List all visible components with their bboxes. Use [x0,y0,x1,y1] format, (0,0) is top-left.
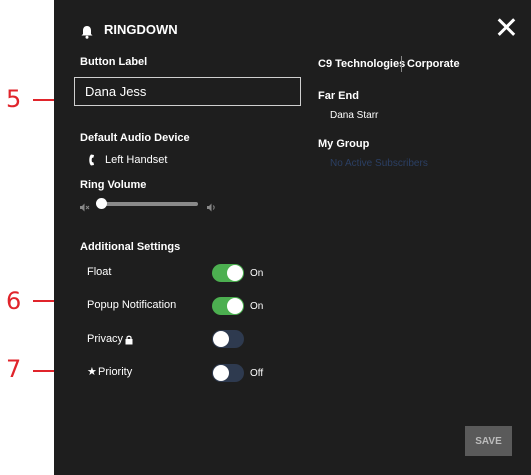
ring-volume-heading: Ring Volume [80,179,147,191]
volume-mute-icon [80,199,90,217]
button-label-input[interactable] [74,77,301,106]
additional-settings-heading: Additional Settings [80,241,181,253]
group-name: Corporate [407,58,460,70]
bell-icon [81,25,93,44]
far-end-heading: Far End [318,90,359,102]
privacy-toggle[interactable] [212,330,244,348]
handset-icon [87,153,96,171]
popup-notification-toggle[interactable] [212,297,244,315]
panel-title: RINGDOWN [104,22,178,37]
ringdown-panel: RINGDOWN ✕ Button Label Default Audio De… [54,0,531,475]
ring-volume-track[interactable] [102,202,198,206]
callout-7: 7 [6,355,22,383]
popup-notification-label: Popup Notification [87,299,177,311]
popup-notification-state: On [250,301,264,312]
volume-up-icon [207,199,217,217]
privacy-label: Privacy [87,333,124,345]
lock-icon [125,332,133,350]
my-group-heading: My Group [318,138,370,150]
priority-state: Off [250,368,264,379]
audio-device-value[interactable]: Left Handset [105,154,167,166]
priority-label: Priority [98,366,133,378]
star-icon: ★ [87,366,97,378]
save-button[interactable]: SAVE [465,426,512,456]
float-label: Float [87,266,112,278]
callout-5: 5 [6,85,22,113]
priority-toggle[interactable] [212,364,244,382]
audio-device-heading: Default Audio Device [80,132,190,144]
float-toggle[interactable] [212,264,244,282]
callout-6: 6 [6,287,22,315]
close-icon[interactable]: ✕ [494,14,519,44]
far-end-value: Dana Starr [330,110,379,121]
float-state: On [250,268,264,279]
org-name: C9 Technologies [318,58,406,70]
ring-volume-slider-handle[interactable] [96,198,107,209]
button-label-heading: Button Label [80,56,148,68]
my-group-value: No Active Subscribers [330,158,428,169]
org-separator [401,56,402,72]
